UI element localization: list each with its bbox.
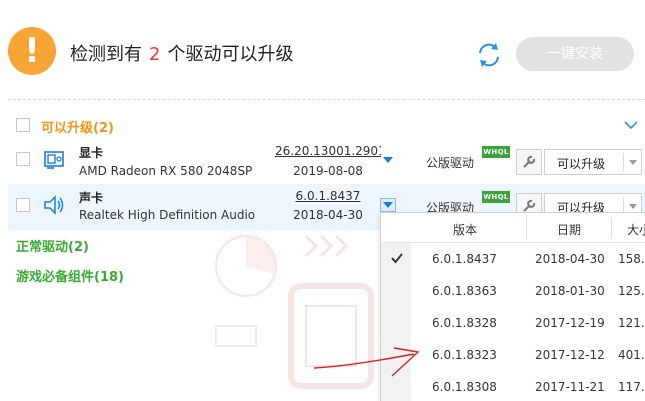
column-separator [526,217,527,239]
column-header-size: 大小 [627,223,645,237]
option-date: 2018-04-30 [535,252,605,266]
option-size: 158.8 [618,252,645,266]
option-version: 6.0.1.8323 [432,348,497,362]
option-size: 117.7 [618,380,645,394]
refresh-icon[interactable] [474,40,504,70]
select-all-upgradable-checkbox[interactable] [16,118,30,132]
column-separator [611,217,612,239]
install-all-button[interactable]: 一键安装 [516,37,634,71]
driver-display-date: 2019-08-08 [293,164,363,178]
version-dropdown-toggle[interactable] [380,198,396,212]
option-version: 6.0.1.8308 [432,380,497,394]
upgrade-button-display[interactable]: 可以升级 [544,149,642,175]
option-date: 2017-12-19 [535,316,605,330]
driver-audio-checkbox[interactable] [16,198,30,212]
wrench-button[interactable] [516,149,542,175]
button-separator [623,153,624,171]
version-dropdown-arrow-icon[interactable] [383,157,393,163]
upgrade-button-label: 可以升级 [557,157,606,171]
caret-down-icon[interactable] [629,204,637,209]
column-header-date: 日期 [557,223,582,237]
version-dropdown-header: 版本 日期 大小 [381,213,645,243]
driver-audio-version-link[interactable]: 6.0.1.8437 [275,189,381,203]
headline-suffix: 个驱动可以升级 [167,44,294,65]
version-dropdown-arrow-icon [383,202,393,208]
option-version: 6.0.1.8437 [432,252,497,266]
whql-badge-icon: WHQL [482,191,510,203]
section-normal-title[interactable]: 正常驱动(2) [16,236,89,255]
wrench-icon [523,155,536,168]
option-size: 401.3 [618,348,645,362]
speaker-icon [44,195,64,215]
warning-glyph: ! [24,31,40,71]
version-option-row[interactable]: 6.0.1.8328 2017-12-19 121.7 [381,307,645,339]
driver-audio-date: 2018-04-30 [293,208,363,222]
driver-display-type: 公版驱动 [426,156,475,170]
driver-display-checkbox[interactable] [16,152,30,166]
section-upgradable-title[interactable]: 可以升级(2) [41,117,114,136]
caret-down-icon[interactable] [629,160,637,165]
option-size: 121.7 [618,316,645,330]
headline-prefix: 检测到有 [70,44,142,65]
header-divider [8,99,645,100]
column-header-version: 版本 [453,223,478,237]
driver-audio-name: Realtek High Definition Audio [79,208,256,222]
scan-result-headline: 检测到有 2 个驱动可以升级 [70,40,293,66]
version-option-row[interactable]: 6.0.1.8363 2018-01-30 125.4 [381,275,645,307]
driver-audio-category: 声卡 [79,191,104,205]
driver-display-category: 显卡 [79,146,104,160]
option-size: 125.4 [618,284,645,298]
option-date: 2017-11-21 [535,380,605,394]
option-date: 2017-12-12 [535,348,605,362]
option-version: 6.0.1.8363 [432,284,497,298]
annotation-arrow-icon [313,347,420,377]
whql-badge-icon: WHQL [482,146,510,158]
display-card-icon [44,151,64,169]
section-game-title[interactable]: 游戏必备组件(18) [16,266,124,285]
option-version: 6.0.1.8328 [432,316,497,330]
driver-display-name: AMD Radeon RX 580 2048SP [79,164,253,178]
driver-display-version-link[interactable]: 26.20.13001.29010 [275,144,381,158]
upgrade-count: 2 [149,44,161,65]
checkmark-icon [391,253,403,264]
option-date: 2018-01-30 [535,284,605,298]
version-option-row[interactable]: 6.0.1.8437 2018-04-30 158.8 [381,243,645,275]
chevron-down-icon[interactable] [623,119,639,131]
warning-icon: ! [8,27,56,75]
scan-header: ! 检测到有 2 个驱动可以升级 一键安装 [0,0,645,96]
